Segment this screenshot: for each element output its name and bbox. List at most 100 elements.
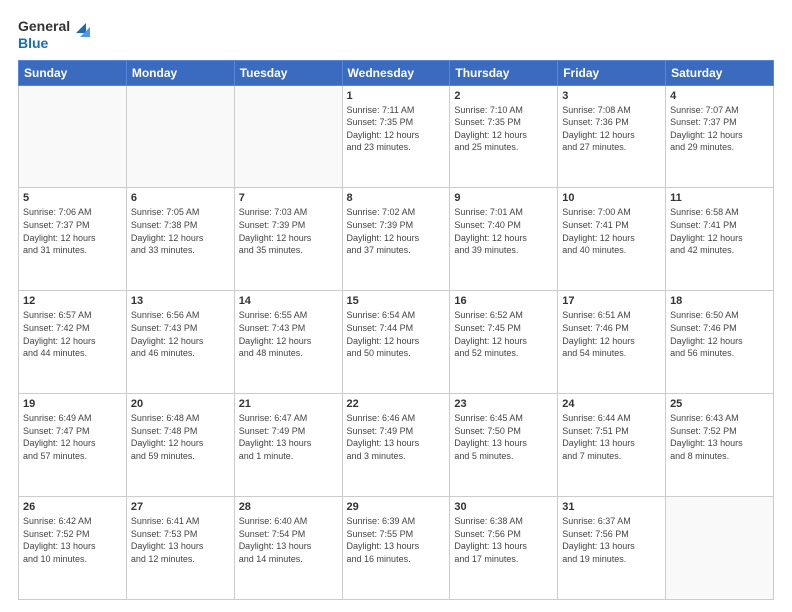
table-row: [126, 85, 234, 188]
page: General Blue Sunday Monday Tuesday Wedne…: [0, 0, 792, 612]
table-row: 5 Sunrise: 7:06 AM Sunset: 7:37 PM Daylig…: [19, 188, 127, 291]
table-row: 30 Sunrise: 6:38 AM Sunset: 7:56 PM Dayli…: [450, 497, 558, 600]
table-row: 15 Sunrise: 6:54 AM Sunset: 7:44 PM Dayli…: [342, 291, 450, 394]
logo-general: General: [18, 18, 70, 35]
calendar-table: Sunday Monday Tuesday Wednesday Thursday…: [18, 60, 774, 600]
table-row: 29 Sunrise: 6:39 AM Sunset: 7:55 PM Dayli…: [342, 497, 450, 600]
calendar-week-row: 5 Sunrise: 7:06 AM Sunset: 7:37 PM Daylig…: [19, 188, 774, 291]
table-row: 19Sunrise: 6:49 AM Sunset: 7:47 PM Dayli…: [19, 394, 127, 497]
table-row: 3Sunrise: 7:08 AM Sunset: 7:36 PM Daylig…: [558, 85, 666, 188]
calendar-header-row: Sunday Monday Tuesday Wednesday Thursday…: [19, 60, 774, 85]
day-info: Sunrise: 6:43 AM Sunset: 7:52 PM Dayligh…: [670, 412, 769, 462]
day-info: Sunrise: 6:44 AM Sunset: 7:51 PM Dayligh…: [562, 412, 661, 462]
day-info: Sunrise: 6:42 AM Sunset: 7:52 PM Dayligh…: [23, 515, 122, 565]
day-info: Sunrise: 7:11 AM Sunset: 7:35 PM Dayligh…: [347, 104, 446, 154]
day-number: 10: [562, 192, 661, 204]
table-row: 28 Sunrise: 6:40 AM Sunset: 7:54 PM Dayli…: [234, 497, 342, 600]
day-number: 25: [670, 398, 769, 410]
logo: General Blue: [18, 18, 92, 52]
day-number: 2: [454, 90, 553, 102]
day-info: Sunrise: 6:58 AM Sunset: 7:41 PM Dayligh…: [670, 206, 769, 256]
table-row: 21 Sunrise: 6:47 AM Sunset: 7:49 PM Dayli…: [234, 394, 342, 497]
table-row: 24 Sunrise: 6:44 AM Sunset: 7:51 PM Dayli…: [558, 394, 666, 497]
day-number: 14: [239, 295, 338, 307]
table-row: 7 Sunrise: 7:03 AM Sunset: 7:39 PM Daylig…: [234, 188, 342, 291]
day-number: 19: [23, 398, 122, 410]
table-row: 2Sunrise: 7:10 AM Sunset: 7:35 PM Daylig…: [450, 85, 558, 188]
day-number: 22: [347, 398, 446, 410]
calendar-week-row: 26 Sunrise: 6:42 AM Sunset: 7:52 PM Dayli…: [19, 497, 774, 600]
table-row: 31 Sunrise: 6:37 AM Sunset: 7:56 PM Dayli…: [558, 497, 666, 600]
day-info: Sunrise: 7:07 AM Sunset: 7:37 PM Dayligh…: [670, 104, 769, 154]
day-number: 23: [454, 398, 553, 410]
day-info: Sunrise: 7:05 AM Sunset: 7:38 PM Dayligh…: [131, 206, 230, 256]
table-row: 14 Sunrise: 6:55 AM Sunset: 7:43 PM Dayli…: [234, 291, 342, 394]
calendar-week-row: 12 Sunrise: 6:57 AM Sunset: 7:42 PM Dayli…: [19, 291, 774, 394]
day-info: Sunrise: 6:47 AM Sunset: 7:49 PM Dayligh…: [239, 412, 338, 462]
day-info: Sunrise: 6:39 AM Sunset: 7:55 PM Dayligh…: [347, 515, 446, 565]
col-monday: Monday: [126, 60, 234, 85]
day-info: Sunrise: 7:00 AM Sunset: 7:41 PM Dayligh…: [562, 206, 661, 256]
day-number: 16: [454, 295, 553, 307]
day-info: Sunrise: 6:57 AM Sunset: 7:42 PM Dayligh…: [23, 309, 122, 359]
table-row: 10 Sunrise: 7:00 AM Sunset: 7:41 PM Dayli…: [558, 188, 666, 291]
day-number: 24: [562, 398, 661, 410]
col-sunday: Sunday: [19, 60, 127, 85]
day-number: 15: [347, 295, 446, 307]
table-row: 4 Sunrise: 7:07 AM Sunset: 7:37 PM Daylig…: [666, 85, 774, 188]
day-number: 7: [239, 192, 338, 204]
table-row: 22 Sunrise: 6:46 AM Sunset: 7:49 PM Dayli…: [342, 394, 450, 497]
col-tuesday: Tuesday: [234, 60, 342, 85]
day-number: 13: [131, 295, 230, 307]
table-row: 17 Sunrise: 6:51 AM Sunset: 7:46 PM Dayli…: [558, 291, 666, 394]
day-number: 5: [23, 192, 122, 204]
day-info: Sunrise: 7:03 AM Sunset: 7:39 PM Dayligh…: [239, 206, 338, 256]
day-info: Sunrise: 6:38 AM Sunset: 7:56 PM Dayligh…: [454, 515, 553, 565]
col-wednesday: Wednesday: [342, 60, 450, 85]
table-row: 18Sunrise: 6:50 AM Sunset: 7:46 PM Dayli…: [666, 291, 774, 394]
day-info: Sunrise: 6:40 AM Sunset: 7:54 PM Dayligh…: [239, 515, 338, 565]
day-number: 31: [562, 501, 661, 513]
day-number: 11: [670, 192, 769, 204]
day-info: Sunrise: 6:55 AM Sunset: 7:43 PM Dayligh…: [239, 309, 338, 359]
day-number: 9: [454, 192, 553, 204]
day-info: Sunrise: 7:01 AM Sunset: 7:40 PM Dayligh…: [454, 206, 553, 256]
col-thursday: Thursday: [450, 60, 558, 85]
day-number: 21: [239, 398, 338, 410]
col-saturday: Saturday: [666, 60, 774, 85]
day-number: 3: [562, 90, 661, 102]
table-row: 8Sunrise: 7:02 AM Sunset: 7:39 PM Daylig…: [342, 188, 450, 291]
table-row: 25 Sunrise: 6:43 AM Sunset: 7:52 PM Dayli…: [666, 394, 774, 497]
calendar-week-row: 1 Sunrise: 7:11 AM Sunset: 7:35 PM Daylig…: [19, 85, 774, 188]
table-row: 6Sunrise: 7:05 AM Sunset: 7:38 PM Daylig…: [126, 188, 234, 291]
day-number: 18: [670, 295, 769, 307]
day-number: 27: [131, 501, 230, 513]
day-number: 4: [670, 90, 769, 102]
table-row: 16Sunrise: 6:52 AM Sunset: 7:45 PM Dayli…: [450, 291, 558, 394]
day-info: Sunrise: 6:45 AM Sunset: 7:50 PM Dayligh…: [454, 412, 553, 462]
table-row: 13 Sunrise: 6:56 AM Sunset: 7:43 PM Dayli…: [126, 291, 234, 394]
day-number: 28: [239, 501, 338, 513]
day-info: Sunrise: 6:48 AM Sunset: 7:48 PM Dayligh…: [131, 412, 230, 462]
day-number: 29: [347, 501, 446, 513]
day-number: 30: [454, 501, 553, 513]
table-row: 26 Sunrise: 6:42 AM Sunset: 7:52 PM Dayli…: [19, 497, 127, 600]
table-row: 12 Sunrise: 6:57 AM Sunset: 7:42 PM Dayli…: [19, 291, 127, 394]
day-info: Sunrise: 6:41 AM Sunset: 7:53 PM Dayligh…: [131, 515, 230, 565]
day-number: 26: [23, 501, 122, 513]
day-number: 20: [131, 398, 230, 410]
table-row: 1 Sunrise: 7:11 AM Sunset: 7:35 PM Daylig…: [342, 85, 450, 188]
table-row: [234, 85, 342, 188]
day-info: Sunrise: 6:54 AM Sunset: 7:44 PM Dayligh…: [347, 309, 446, 359]
day-number: 1: [347, 90, 446, 102]
logo-blue: Blue: [18, 35, 70, 52]
day-info: Sunrise: 6:37 AM Sunset: 7:56 PM Dayligh…: [562, 515, 661, 565]
day-info: Sunrise: 6:56 AM Sunset: 7:43 PM Dayligh…: [131, 309, 230, 359]
day-number: 12: [23, 295, 122, 307]
table-row: 20 Sunrise: 6:48 AM Sunset: 7:48 PM Dayli…: [126, 394, 234, 497]
day-info: Sunrise: 6:46 AM Sunset: 7:49 PM Dayligh…: [347, 412, 446, 462]
day-info: Sunrise: 6:51 AM Sunset: 7:46 PM Dayligh…: [562, 309, 661, 359]
day-number: 17: [562, 295, 661, 307]
day-info: Sunrise: 7:06 AM Sunset: 7:37 PM Dayligh…: [23, 206, 122, 256]
day-info: Sunrise: 7:02 AM Sunset: 7:39 PM Dayligh…: [347, 206, 446, 256]
